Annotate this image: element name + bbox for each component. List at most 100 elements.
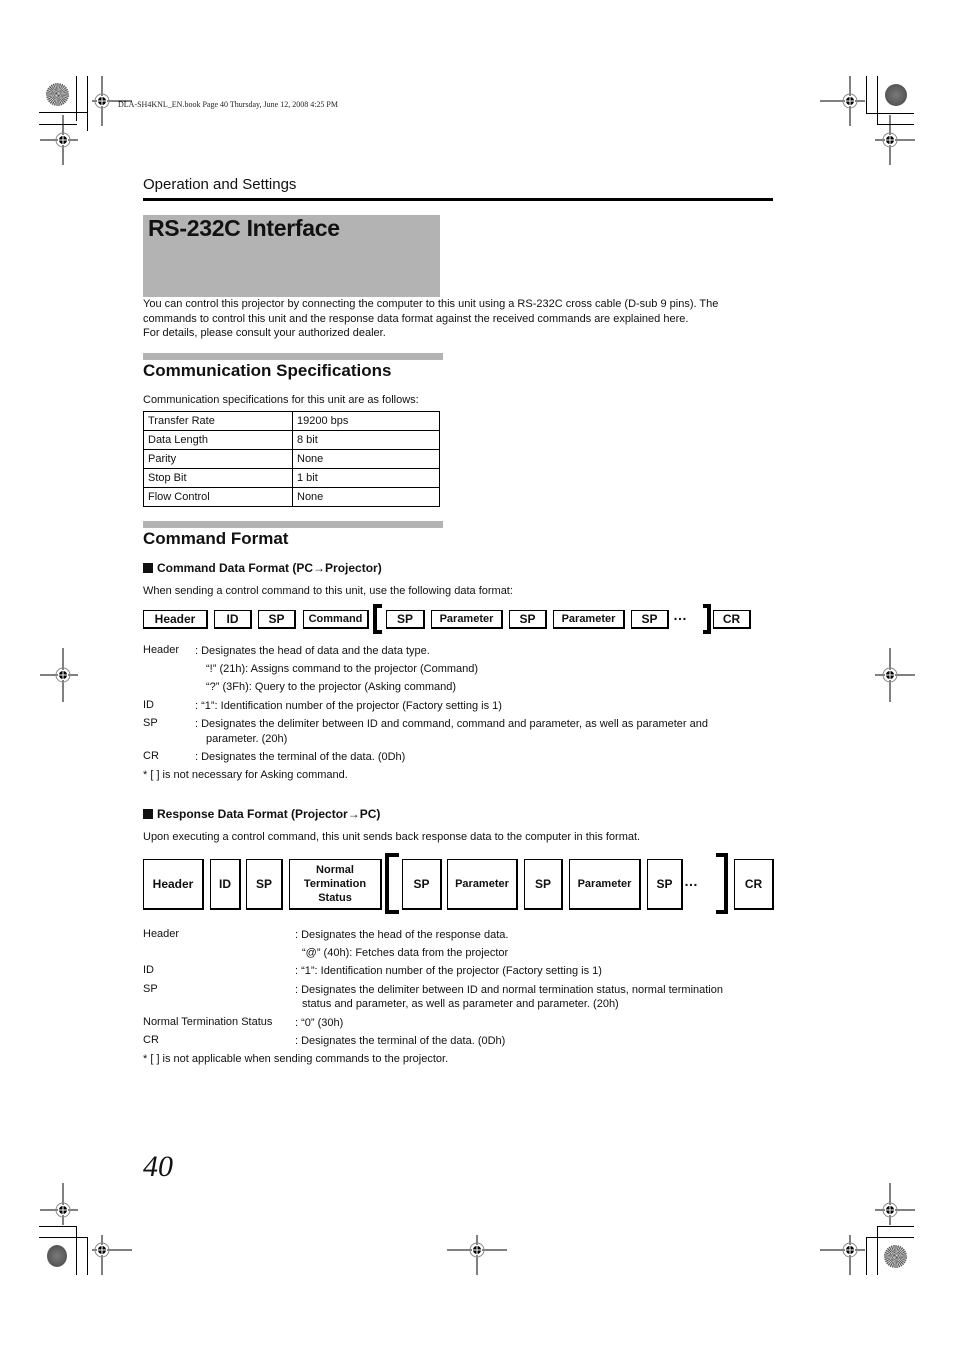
color-disc-icon (46, 83, 69, 106)
spec-label: Stop Bit (143, 468, 293, 488)
table-row: Data Length 8 bit (143, 430, 440, 450)
def-term: ID (143, 964, 154, 976)
def-text: : “0” (30h) (295, 1017, 344, 1029)
spec-label: Transfer Rate (143, 411, 293, 431)
format-box-id: ID (210, 859, 241, 910)
command-data-subheading: Command Data Format (PC→Projector) (143, 561, 382, 575)
ellipsis: … (673, 607, 688, 623)
intro-line: You can control this projector by connec… (143, 298, 719, 310)
command-data-lead: When sending a control command to this u… (143, 585, 513, 597)
square-bullet-icon (143, 809, 153, 819)
def-text: : Designates the head of data and the da… (195, 645, 430, 657)
spec-label: Flow Control (143, 487, 293, 507)
command-format-heading: Command Format (143, 529, 289, 548)
format-box-sp: SP (258, 610, 296, 629)
def-term: Header (143, 644, 180, 656)
close-bracket (716, 853, 728, 914)
def-text: : Designates the delimiter between ID an… (295, 984, 723, 996)
format-box-sp: SP (386, 610, 425, 629)
response-data-subheading: Response Data Format (Projector→PC) (143, 807, 380, 821)
spec-label: Parity (143, 449, 293, 469)
format-box-sp: SP (509, 610, 547, 629)
registration-mark-icon (875, 115, 915, 165)
def-text: : “1”: Identification number of the proj… (295, 965, 602, 977)
format-box-normal-termination-status: Normal Termination Status (289, 859, 382, 910)
registration-mark-icon (92, 1235, 132, 1275)
registration-mark-icon (875, 648, 915, 702)
table-row: Flow Control None (143, 487, 440, 507)
comm-spec-heading: Communication Specifications (143, 361, 392, 380)
page-number: 40 (143, 1150, 173, 1183)
def-term: ID (143, 699, 154, 711)
spec-label: Data Length (143, 430, 293, 450)
square-bullet-icon (143, 563, 153, 573)
subheading-text: Command Data Format (PC→Projector) (157, 561, 382, 575)
registration-mark-icon (40, 115, 78, 165)
color-disc-icon (884, 1245, 907, 1268)
def-text: : Designates the head of the response da… (295, 929, 509, 941)
open-bracket (385, 853, 399, 914)
response-data-lead: Upon executing a control command, this u… (143, 831, 641, 843)
spec-value: None (292, 449, 440, 469)
format-box-sp: SP (524, 859, 563, 910)
color-disc-icon (885, 84, 907, 106)
def-term: CR (143, 750, 159, 762)
format-box-parameter: Parameter (431, 610, 503, 629)
def-text: “@” (40h): Fetches data from the project… (302, 947, 509, 959)
format-box-sp: SP (647, 859, 683, 910)
def-term: Header (143, 928, 180, 940)
table-row: Parity None (143, 449, 440, 469)
format-box-sp: SP (402, 859, 442, 910)
registration-mark-icon (40, 648, 78, 702)
header-rule (143, 198, 773, 201)
intro-line: For details, please consult your authori… (143, 327, 386, 339)
def-text: : Designates the terminal of the data. (… (295, 1035, 506, 1047)
def-term: Normal Termination Status (143, 1016, 273, 1028)
format-box-parameter: Parameter (447, 859, 518, 910)
comm-spec-lead: Communication specifications for this un… (143, 394, 419, 406)
table-row: Stop Bit 1 bit (143, 468, 440, 488)
subheading-text: Response Data Format (Projector→PC) (157, 807, 381, 821)
title-box: RS-232C Interface (143, 215, 440, 297)
footnote: * [ ] is not applicable when sending com… (143, 1053, 449, 1065)
ellipsis: … (684, 873, 699, 889)
def-text: : Designates the delimiter between ID an… (195, 718, 708, 730)
def-text: : “1”: Identification number of the proj… (195, 700, 502, 712)
format-box-header: Header (143, 610, 208, 629)
color-disc-icon (47, 1245, 67, 1267)
def-text: “!” (21h): Assigns command to the projec… (206, 663, 479, 675)
format-box-cr: CR (713, 610, 751, 629)
table-row: Transfer Rate 19200 bps (143, 411, 440, 431)
def-text: status and parameter, as well as paramet… (302, 998, 619, 1010)
def-text: : Designates the terminal of the data. (… (195, 751, 406, 763)
section-bar (143, 521, 443, 528)
format-box-sp: SP (246, 859, 283, 910)
spec-value: 1 bit (292, 468, 440, 488)
footnote: * [ ] is not necessary for Asking comman… (143, 769, 348, 781)
comm-spec-table: Transfer Rate 19200 bps Data Length 8 bit … (143, 411, 440, 507)
open-bracket (373, 604, 382, 634)
format-box-sp: SP (631, 610, 669, 629)
registration-mark-icon (820, 1235, 865, 1275)
format-box-parameter: Parameter (569, 859, 641, 910)
section-bar (143, 353, 443, 360)
def-term: CR (143, 1034, 159, 1046)
intro-line: commands to control this unit and the re… (143, 312, 689, 325)
format-box-cr: CR (734, 859, 774, 910)
format-box-id: ID (214, 610, 252, 629)
def-term: SP (143, 983, 158, 995)
section-header: Operation and Settings (143, 176, 297, 193)
registration-mark-icon (447, 1235, 507, 1275)
format-box-header: Header (143, 859, 204, 910)
format-box-command: Command (303, 610, 369, 629)
close-bracket (703, 604, 711, 634)
def-term: SP (143, 717, 158, 729)
spec-value: 19200 bps (292, 411, 440, 431)
spec-value: 8 bit (292, 430, 440, 450)
def-text: “?” (3Fh): Query to the projector (Askin… (206, 681, 457, 693)
intro-paragraph: You can control this projector by connec… (143, 297, 773, 341)
spec-value: None (292, 487, 440, 507)
page-title: RS-232C Interface (148, 215, 340, 241)
def-text: parameter. (20h) (206, 733, 288, 745)
book-slug: DLA-SH4KNL_EN.book Page 40 Thursday, Jun… (118, 100, 338, 109)
